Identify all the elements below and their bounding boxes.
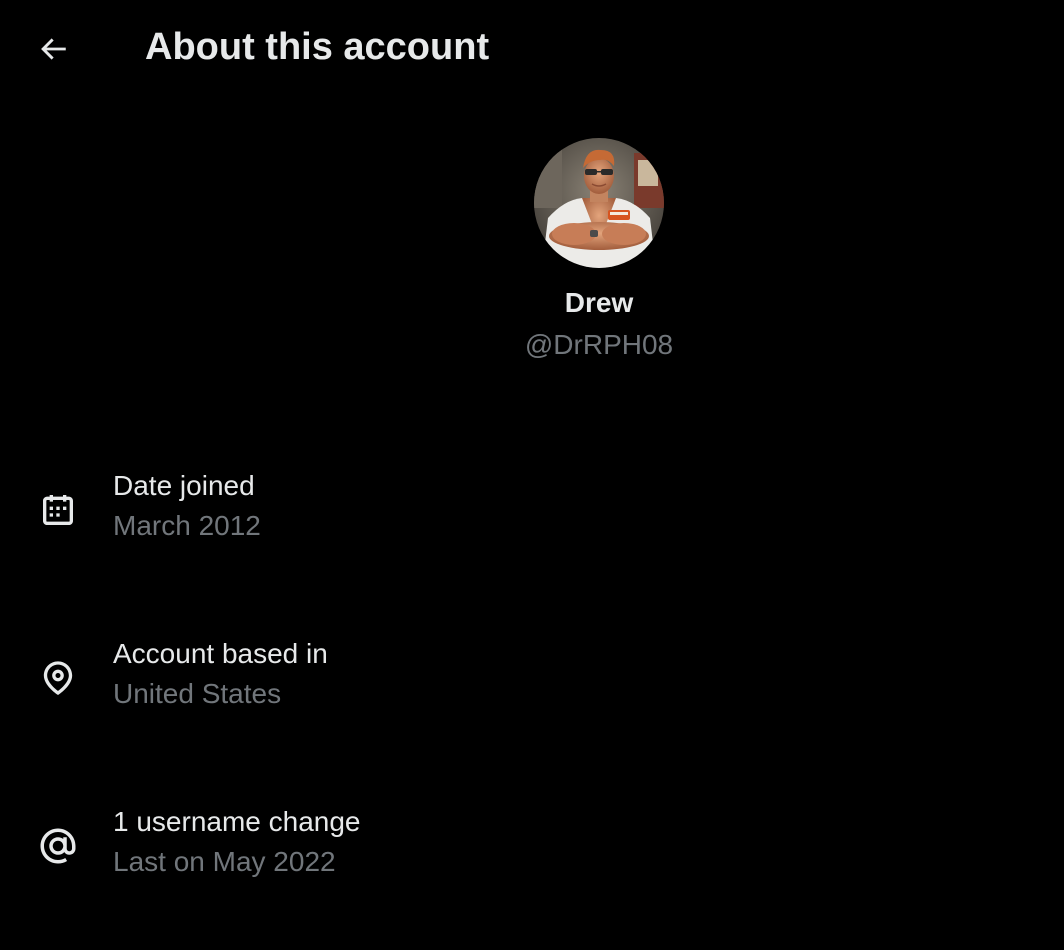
account-based-in-value: United States: [113, 678, 282, 709]
username-change-label: 1 username change: [113, 806, 361, 837]
account-based-in-label: Account based in: [113, 638, 328, 669]
location-pin-icon: [36, 656, 80, 700]
date-joined-label: Date joined: [113, 470, 255, 501]
info-text-username-change: 1 username change Last on May 2022: [113, 802, 361, 882]
date-joined-value: March 2012: [113, 510, 261, 541]
header: About this account: [0, 0, 1064, 96]
info-row-account-based-in: Account based in United States: [0, 634, 1064, 724]
calendar-icon: [36, 488, 80, 532]
back-button[interactable]: [30, 26, 76, 72]
avatar-image: [534, 138, 664, 268]
at-sign-icon: [36, 824, 80, 868]
info-row-username-change: 1 username change Last on May 2022: [0, 802, 1064, 892]
page-title: About this account: [145, 26, 490, 68]
profile-summary: Drew @DrRPH08: [0, 138, 1064, 362]
info-row-date-joined: Date joined March 2012: [0, 466, 1064, 556]
avatar[interactable]: [534, 138, 664, 268]
info-text-account-based-in: Account based in United States: [113, 634, 328, 714]
display-name: Drew: [564, 287, 634, 318]
username-change-value: Last on May 2022: [113, 846, 336, 877]
info-text-date-joined: Date joined March 2012: [113, 466, 261, 546]
arrow-left-icon: [41, 38, 66, 60]
username-handle: @DrRPH08: [524, 329, 674, 360]
